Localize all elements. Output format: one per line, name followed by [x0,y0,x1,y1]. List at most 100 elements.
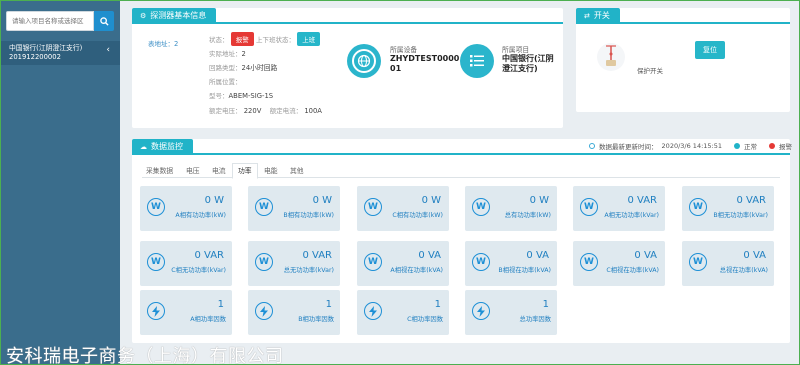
location: 所属位置： [209,76,242,86]
alarm-dot-icon [769,143,775,149]
chevron-left-icon[interactable]: ‹ [106,46,110,55]
power-card: W 0 W C相有功功率(kW) [357,186,449,231]
power-card-label: B相有功功率(kW) [283,212,334,219]
panel-title: ☁ 数据监控 [132,139,193,155]
search-button[interactable] [94,11,114,31]
watt-icon: W [364,198,382,216]
loop-type-value: 24小时回路 [241,64,278,72]
monitor-title: 数据监控 [151,142,183,151]
power-card: W 0 VA C相视在功率(kVA) [573,241,665,286]
status-legend: 数据最新更新时间： 2020/3/6 14:15:51 正常 报警 [589,141,792,151]
power-card: W 0 VA A相视在功率(kVA) [357,241,449,286]
power-card-label: 总有功功率(kW) [504,212,551,219]
watt-icon: W [580,198,598,216]
power-card: 1 B相功率因数 [248,290,340,335]
meter-address: 表地址：2 [148,38,178,48]
power-card-label: B相无功功率(kVar) [713,212,768,219]
power-card: W 0 VA 总视在功率(kVA) [682,241,774,286]
shift-label: 上下班状态： [255,36,295,44]
power-card-label: C相有功功率(kW) [392,212,443,219]
power-card: W 0 W 总有功功率(kW) [465,186,557,231]
power-card-value: 0 VA [743,250,766,261]
location-label: 所属位置： [209,78,242,86]
power-card-label: A相有功功率(kW) [175,212,226,219]
power-card-value: 0 VA [634,250,657,261]
watt-icon: W [472,198,490,216]
model: 型号：ABEM-SIG-1S [209,90,273,100]
detector-title: 探测器基本信息 [150,11,207,20]
watt-icon: W [689,198,707,216]
switch-icon: ⇄ [584,12,590,20]
clock-icon [589,143,596,149]
project-info: 所属项目 中国银行(江阴 澄江支行) [502,44,554,74]
globe-icon [352,49,376,73]
search-input[interactable] [6,11,95,31]
power-card-label: 总视在功率(kVA) [719,267,768,274]
protect-switch-label: 保护开关 [637,67,663,75]
detector-info-panel: ⚙ 探测器基本信息 表地址：2 状态： 报警 上下班状态： 上班 实际地址：2 回… [132,8,563,128]
power-card-label: C相无功功率(kVar) [171,267,226,274]
power-card: 1 总功率因数 [465,290,557,335]
tab-voltage[interactable]: 电压 [186,165,200,178]
status-badge: 报警 [230,32,254,46]
ratings: 额定电压： 220V 额定电流： 100A [209,105,322,115]
breaker-icon [596,40,626,74]
power-card-value: 1 [542,299,549,310]
power-card: 1 A相功率因数 [140,290,232,335]
search-icon [99,16,109,26]
actual-address: 实际地址：2 [209,48,246,58]
project-value-2: 澄江支行) [502,64,538,73]
power-card-value: 1 [434,299,441,310]
lightning-icon [147,302,165,320]
power-card-label: A相视在功率(kVA) [390,267,443,274]
tab-other[interactable]: 其他 [290,165,304,178]
current-value: 100A [304,107,322,115]
power-card-value: 1 [217,299,224,310]
power-card-label: C相功率因数 [407,316,443,323]
power-card: W 0 VAR B相无功功率(kVar) [682,186,774,231]
power-card-value: 0 VAR [194,250,224,261]
status-row: 状态： 报警 上下班状态： 上班 [209,32,321,46]
tab-energy[interactable]: 电能 [264,165,278,178]
lightning-icon [364,302,382,320]
sidebar-item-name: 中国银行(江阴澄江支行) [9,44,83,52]
lightning-icon [472,302,490,320]
watt-icon: W [580,253,598,271]
power-card-value: 0 W [421,195,441,206]
search-bar [6,11,114,31]
model-label: 型号： [209,92,229,100]
project-badge [460,44,494,78]
project-value: 中国银行(江阴 [502,54,554,63]
tab-power[interactable]: 功率 [232,163,258,179]
watt-icon: W [255,198,273,216]
power-card-value: 0 VA [418,250,441,261]
panel-title: ⇄ 开关 [576,8,620,24]
power-card: W 0 VAR A相无功功率(kVar) [573,186,665,231]
model-value: ABEM-SIG-1S [228,92,274,100]
power-card-value: 0 VAR [627,195,657,206]
panel-header: ⇄ 开关 [576,8,790,24]
voltage-label: 额定电压： [209,107,242,115]
project-label: 所属项目 [502,46,530,54]
tab-collect[interactable]: 采集数据 [146,165,173,178]
list-icon [465,49,489,73]
data-monitor-panel: ☁ 数据监控 采集数据 电压 电流 功率 电能 其他 W 0 W A相有功功率(kW)… [132,139,790,343]
power-card-label: A相无功功率(kVar) [604,212,659,219]
watt-icon: W [147,253,165,271]
monitor-tabs: 采集数据 电压 电流 功率 电能 其他 [142,163,780,179]
tab-current[interactable]: 电流 [212,165,226,178]
power-card-value: 0 VAR [736,195,766,206]
power-card-label: A相功率因数 [190,316,226,323]
device-value-2: 01 [390,64,402,73]
device-info: 所属设备 ZHYDTEST0000 01 [390,44,459,74]
power-card: W 0 VAR 总无功功率(kVar) [248,241,340,286]
power-card: W 0 VA B相视在功率(kVA) [465,241,557,286]
reset-button[interactable]: 复位 [695,41,725,59]
sidebar-item-project[interactable]: 中国银行(江阴澄江支行) 201912200002 ‹ [1,41,120,65]
watt-icon: W [255,253,273,271]
power-card: W 0 VAR C相无功功率(kVar) [140,241,232,286]
sidebar: 中国银行(江阴澄江支行) 201912200002 ‹ [1,1,120,364]
power-card-label: 总功率因数 [519,316,551,323]
device-badge [347,44,381,78]
watt-icon: W [364,253,382,271]
